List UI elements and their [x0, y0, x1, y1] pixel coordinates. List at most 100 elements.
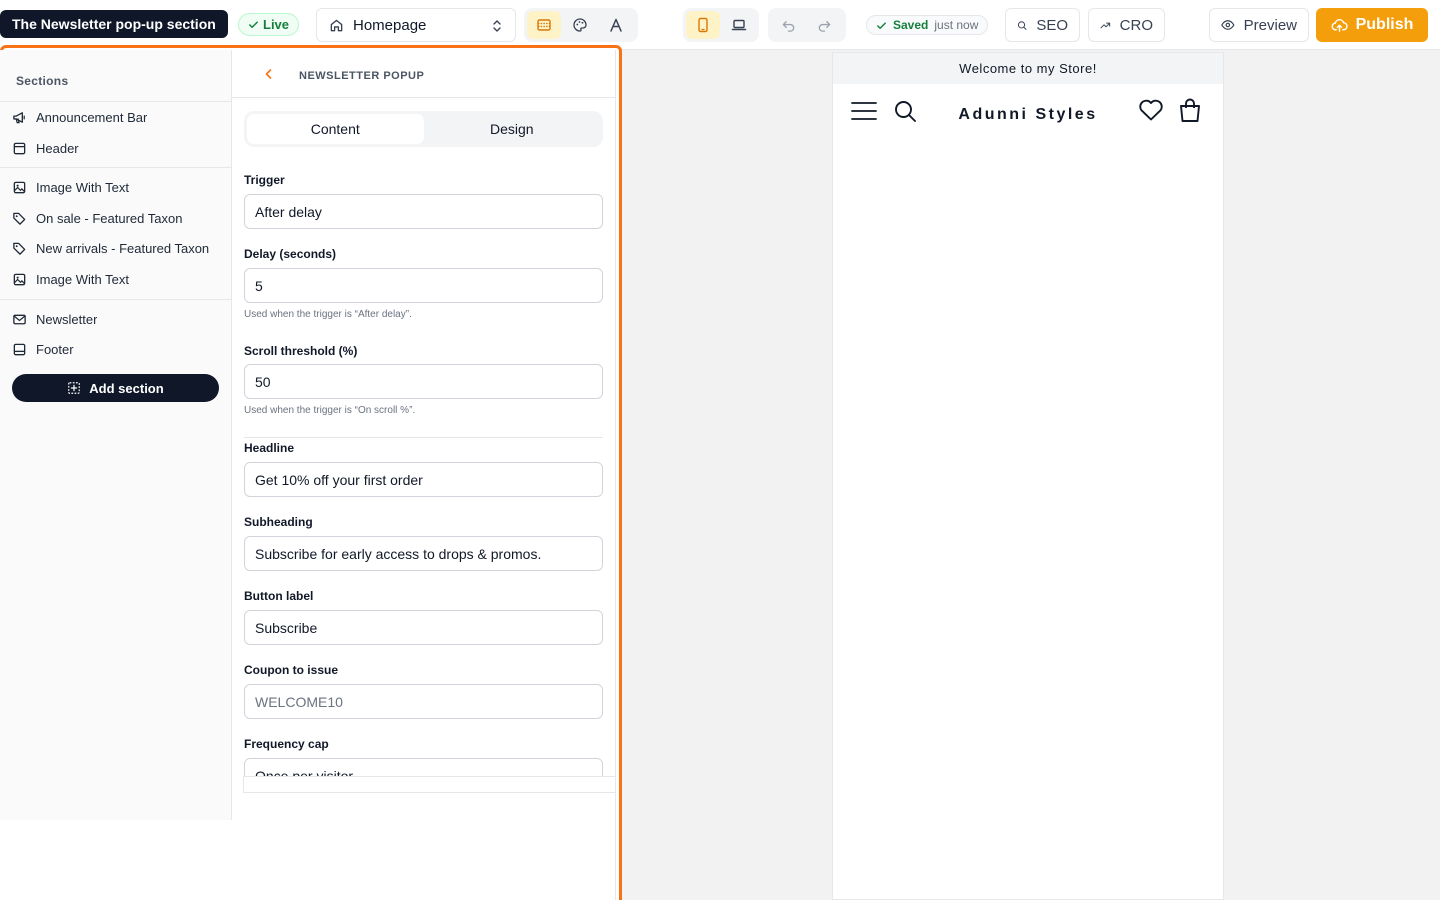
sections-title: Sections [16, 74, 69, 88]
saved-label: Saved [893, 18, 929, 32]
seo-button[interactable]: SEO [1005, 8, 1080, 42]
smartphone-icon [698, 17, 708, 33]
section-item-new-arrivals[interactable]: New arrivals - Featured Taxon [12, 235, 224, 261]
seo-label: SEO [1036, 16, 1068, 34]
palette-icon [573, 18, 587, 32]
section-item-header[interactable]: Header [12, 135, 224, 161]
saved-time: just now [934, 18, 979, 32]
section-item-announcement-bar[interactable]: Announcement Bar [12, 104, 224, 130]
typography-button[interactable] [599, 11, 633, 39]
cro-button[interactable]: CRO [1088, 8, 1165, 42]
frequency-cap-select[interactable] [244, 758, 603, 776]
preview-button[interactable]: Preview [1209, 8, 1309, 42]
section-item-label: On sale - Featured Taxon [36, 210, 183, 226]
section-settings-panel: NEWSLETTER POPUP Content Design Trigger … [232, 50, 616, 900]
publish-label: Publish [1355, 16, 1414, 33]
section-item-label: Footer [36, 341, 74, 357]
section-item-on-sale[interactable]: On sale - Featured Taxon [12, 205, 224, 231]
section-item-newsletter[interactable]: Newsletter [12, 306, 224, 332]
eye-icon [1221, 20, 1235, 30]
image-icon [13, 273, 26, 285]
shopping-bag-icon [1180, 98, 1200, 122]
add-section-button[interactable]: Add section [12, 374, 219, 402]
button-label-input[interactable] [244, 610, 603, 645]
frequency-cap-clip [244, 758, 603, 776]
delay-hint: Used when the trigger is “After delay”. [244, 309, 412, 320]
tag-icon [13, 242, 26, 255]
desktop-view-button[interactable] [722, 11, 756, 39]
home-icon [330, 19, 343, 31]
frequency-cap-label: Frequency cap [244, 737, 329, 751]
section-item-label: Newsletter [36, 311, 98, 327]
check-icon [877, 21, 886, 29]
trigger-label: Trigger [244, 173, 285, 187]
settings-tabs: Content Design [244, 111, 603, 147]
editor-topbar: The Newsletter pop-up section e Live Hom… [0, 0, 1440, 50]
coupon-select[interactable] [244, 684, 603, 719]
section-tooltip: The Newsletter pop-up section [0, 10, 228, 38]
mail-icon [13, 314, 26, 324]
cloud-upload-icon [1331, 18, 1348, 32]
layout-footer-icon [13, 343, 26, 355]
redo-icon [818, 20, 830, 32]
store-name: Adunni Styles [958, 106, 1098, 123]
delay-label: Delay (seconds) [244, 247, 337, 261]
settings-header: NEWSLETTER POPUP [232, 50, 615, 98]
section-item-image-with-text-2[interactable]: Image With Text [12, 266, 224, 292]
tab-design[interactable]: Design [424, 114, 601, 144]
divider [0, 299, 232, 300]
preview-canvas: Welcome to my Store! Adunni Styles [622, 50, 1440, 900]
image-icon [13, 181, 26, 193]
button-label-label: Button label [244, 589, 314, 603]
preview-label: Preview [1243, 16, 1297, 34]
undo-icon [782, 20, 794, 32]
trigger-select[interactable] [244, 194, 603, 229]
redo-button[interactable] [807, 11, 841, 39]
add-section-icon [68, 382, 81, 394]
section-item-label: New arrivals - Featured Taxon [36, 240, 210, 256]
subheading-label: Subheading [244, 515, 313, 529]
chevron-left-icon [265, 69, 272, 79]
section-item-label: Header [36, 140, 79, 156]
section-item-label: Image With Text [36, 271, 129, 287]
tab-content[interactable]: Content [247, 114, 424, 144]
page-select[interactable]: Homepage [316, 8, 516, 42]
theme-colors-button[interactable] [563, 11, 597, 39]
section-item-image-with-text[interactable]: Image With Text [12, 174, 224, 200]
save-status: Saved just now [866, 15, 989, 35]
live-label: Live [263, 17, 290, 32]
tag-icon [13, 212, 26, 225]
divider [0, 167, 232, 168]
add-section-label: Add section [89, 380, 164, 396]
back-button[interactable] [262, 67, 276, 86]
heart-icon [1139, 99, 1163, 121]
history-group [768, 8, 846, 42]
sections-sidebar: Sections Announcement Bar Header Image W… [0, 50, 232, 820]
megaphone-icon [13, 111, 25, 123]
sections-view-button[interactable] [527, 11, 561, 39]
chevron-updown-icon [493, 20, 501, 32]
panel-view-group [524, 8, 638, 42]
live-badge: Live [238, 13, 300, 36]
laptop-icon [731, 19, 747, 31]
store-header[interactable]: Adunni Styles [833, 84, 1223, 142]
mobile-view-button[interactable] [686, 11, 720, 39]
layout-header-icon [13, 142, 26, 154]
divider [0, 101, 232, 102]
publish-button[interactable]: Publish [1316, 8, 1428, 42]
section-item-footer[interactable]: Footer [12, 336, 224, 362]
mobile-preview: Welcome to my Store! Adunni Styles [832, 52, 1224, 900]
undo-button[interactable] [771, 11, 805, 39]
divider [244, 437, 603, 438]
delay-input[interactable] [244, 268, 603, 303]
scroll-threshold-hint: Used when the trigger is “On scroll %”. [244, 405, 416, 416]
announcement-bar[interactable]: Welcome to my Store! [833, 53, 1223, 84]
page-select-value: Homepage [353, 16, 427, 34]
headline-input[interactable] [244, 462, 603, 497]
trending-up-icon [1100, 22, 1111, 28]
search-icon [1017, 20, 1027, 30]
scroll-threshold-input[interactable] [244, 364, 603, 399]
check-icon [249, 21, 258, 28]
device-toggle-group [683, 8, 759, 42]
subheading-input[interactable] [244, 536, 603, 571]
